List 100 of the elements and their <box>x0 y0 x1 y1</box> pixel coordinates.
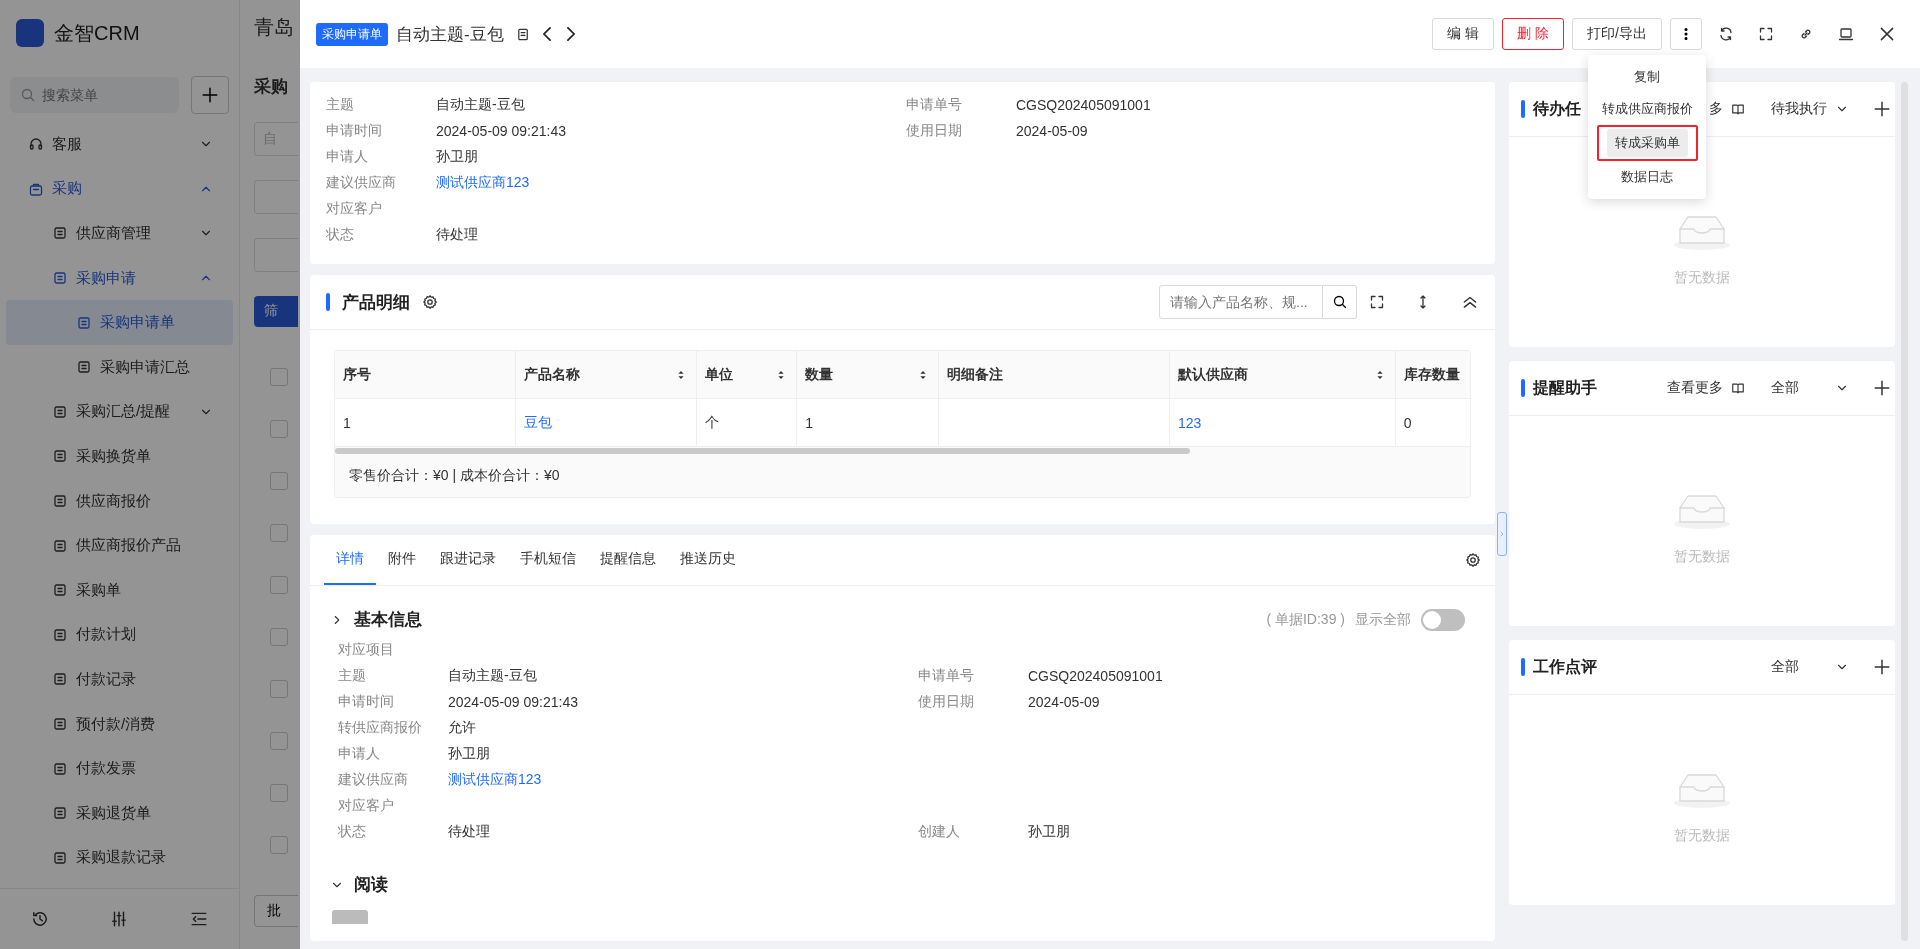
search-icon <box>20 87 36 103</box>
table-cell: 0 <box>1403 414 1412 431</box>
app-name: 金智CRM <box>54 20 140 46</box>
document-icon <box>52 805 68 822</box>
menu-option[interactable]: 转成供应商报价 <box>1593 93 1701 125</box>
menu-item[interactable]: 采购单 <box>6 567 233 613</box>
add-button[interactable] <box>191 76 229 114</box>
menu-item[interactable]: 采购申请汇总 <box>6 344 233 390</box>
page-title: 采购 <box>254 76 288 98</box>
row-checkbox[interactable] <box>270 783 288 802</box>
menu-item[interactable]: 采购 <box>6 166 233 212</box>
filter-button[interactable]: 筛 <box>254 296 298 327</box>
field-label: 状态 <box>338 823 367 841</box>
fullscreen-icon[interactable] <box>1369 294 1385 310</box>
tab[interactable]: 附件 <box>376 535 428 585</box>
table-link[interactable]: 豆包 <box>523 413 552 430</box>
menu-option[interactable]: 复制 <box>1626 61 1668 93</box>
collapse-icon[interactable] <box>190 910 209 928</box>
settings-icon[interactable] <box>422 294 438 310</box>
view-more-link[interactable]: 多 <box>1709 100 1723 118</box>
scrollbar-thumb[interactable] <box>335 448 1190 454</box>
row-checkbox[interactable] <box>270 523 288 542</box>
row-checkbox[interactable] <box>270 835 288 854</box>
menu-item[interactable]: 付款计划 <box>6 612 233 658</box>
close-icon <box>1878 25 1896 43</box>
menu-item[interactable]: 采购汇总/提醒 <box>6 389 233 435</box>
section-title: 阅读 <box>354 874 388 896</box>
menu-item[interactable]: 付款记录 <box>6 657 233 702</box>
book-icon[interactable] <box>1731 102 1745 116</box>
menu-item[interactable]: 采购退货单 <box>6 790 233 836</box>
settings-icon[interactable] <box>1465 552 1481 568</box>
row-checkbox[interactable] <box>270 575 288 594</box>
filter-dropdown[interactable]: 全部 <box>1771 658 1827 676</box>
search-field[interactable]: 搜索菜单 <box>10 77 179 113</box>
filter-dropdown[interactable]: 全部 <box>1771 379 1827 397</box>
record-id: ( 单据ID:39 ) <box>1266 610 1345 629</box>
logo-icon <box>16 19 44 47</box>
row-checkbox[interactable] <box>270 367 288 386</box>
field-value: 2024-05-09 09:21:43 <box>448 694 579 710</box>
filter-dropdown[interactable]: 待我执行 <box>1771 100 1827 118</box>
menu-item[interactable]: 供应商报价产品 <box>6 523 233 568</box>
row-checkbox[interactable] <box>270 679 288 698</box>
sliders-icon[interactable] <box>110 910 129 928</box>
row-checkbox[interactable] <box>270 419 288 438</box>
field-label: 申请人 <box>326 148 369 166</box>
supplier-link[interactable]: 测试供应商123 <box>436 174 906 192</box>
menu-item[interactable]: 采购申请 <box>6 255 233 301</box>
collapse-handle[interactable] <box>1497 512 1507 556</box>
menu-item[interactable]: 客服 <box>6 122 233 167</box>
document-icon <box>52 493 68 510</box>
copy-icon[interactable] <box>515 26 531 42</box>
menu-option[interactable]: 数据日志 <box>1613 161 1681 193</box>
panel-title: 工作点评 <box>1533 656 1597 677</box>
menu-item[interactable]: 采购换货单 <box>6 434 233 479</box>
row-checkbox[interactable] <box>270 471 288 490</box>
document-icon <box>52 626 68 643</box>
action-button[interactable]: 编 辑 <box>1432 18 1495 50</box>
menu-item[interactable]: 付款发票 <box>6 746 233 791</box>
field-value: 2024-05-09 09:21:43 <box>436 123 567 139</box>
more-button[interactable] <box>1670 18 1702 50</box>
menu-item[interactable]: 预付款/消费 <box>6 701 233 747</box>
search-button[interactable] <box>1323 285 1357 319</box>
empty-text: 暂无数据 <box>1674 269 1730 287</box>
plus-icon[interactable] <box>1873 379 1891 397</box>
field-label: 主题 <box>326 96 355 114</box>
table-link[interactable]: 123 <box>1178 414 1202 431</box>
plus-icon[interactable] <box>1873 658 1891 676</box>
menu-item[interactable]: 供应商报价 <box>6 478 233 524</box>
chevron-right-icon <box>566 27 575 41</box>
tab[interactable]: 推送历史 <box>668 535 748 585</box>
document-icon <box>52 225 68 242</box>
plus-icon <box>201 86 219 104</box>
tab[interactable]: 提醒信息 <box>588 535 668 585</box>
history-icon[interactable] <box>30 910 49 928</box>
supplier-link[interactable]: 测试供应商123 <box>448 771 918 789</box>
book-icon[interactable] <box>1731 381 1745 395</box>
show-all-toggle[interactable] <box>1421 608 1465 631</box>
row-checkbox[interactable] <box>270 731 288 750</box>
field-value: 2024-05-09 <box>1028 694 1101 710</box>
tab[interactable]: 手机短信 <box>508 535 588 585</box>
action-button[interactable]: 打印/导出 <box>1572 18 1662 50</box>
laptop-icon <box>1838 26 1854 42</box>
tab[interactable]: 跟进记录 <box>428 535 508 585</box>
row-checkbox[interactable] <box>270 627 288 646</box>
field-value: 孙卫朋 <box>448 745 491 763</box>
delete-button[interactable]: 删 除 <box>1502 18 1565 50</box>
column-header: 默认供应商 <box>1178 365 1249 384</box>
batch-button[interactable]: 批 <box>254 894 298 927</box>
view-more-link[interactable]: 查看更多 <box>1667 379 1723 397</box>
menu-item[interactable]: 供应商管理 <box>6 211 233 256</box>
tab[interactable]: 详情 <box>324 535 376 585</box>
document-icon <box>52 671 68 688</box>
document-icon <box>52 716 68 732</box>
field-label: 申请时间 <box>338 693 395 711</box>
menu-option[interactable]: 转成采购单 <box>1606 129 1688 157</box>
product-search-field[interactable]: 请输入产品名称、规... <box>1159 285 1323 319</box>
menu-item[interactable]: 采购退款记录 <box>6 835 233 881</box>
menu-item[interactable]: 采购申请单 <box>6 300 233 345</box>
plus-icon[interactable] <box>1873 100 1891 118</box>
field-value: 2024-05-09 <box>1016 123 1089 139</box>
